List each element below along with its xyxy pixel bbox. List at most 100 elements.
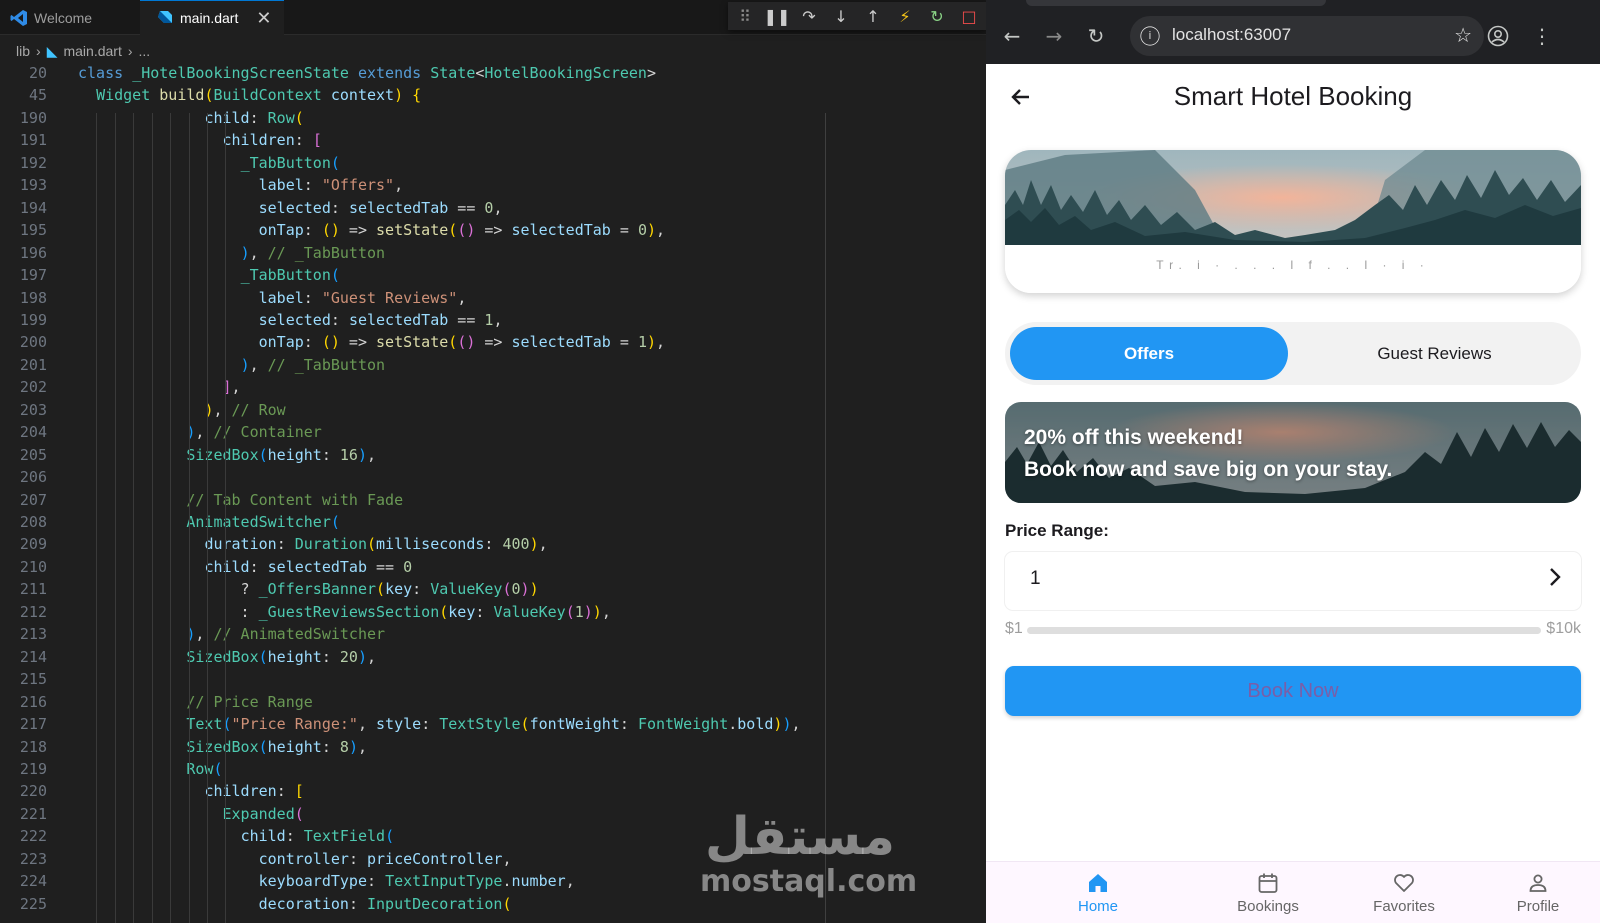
code-text[interactable]: Row(	[78, 758, 222, 780]
code-text[interactable]: // Price Range	[78, 691, 312, 713]
code-text[interactable]: ), // AnimatedSwitcher	[78, 623, 385, 645]
code-line[interactable]: 220 children: [	[0, 780, 986, 802]
site-info-icon[interactable]: i	[1140, 26, 1160, 46]
close-icon[interactable]: ✕	[256, 8, 271, 29]
code-text[interactable]: // Tab Content with Fade	[78, 489, 403, 511]
code-text[interactable]: ), // Row	[78, 399, 285, 421]
code-line[interactable]: 219 Row(	[0, 758, 986, 780]
code-text[interactable]: AnimatedSwitcher(	[78, 511, 340, 533]
code-text[interactable]: onTap: () => setState(() => selectedTab …	[78, 331, 665, 353]
code-text[interactable]: _TabButton(	[78, 152, 340, 174]
code-line[interactable]: 215	[0, 668, 986, 690]
breadcrumb-folder[interactable]: lib	[16, 43, 30, 59]
code-line[interactable]: 201 ), // _TabButton	[0, 354, 986, 376]
price-input-value[interactable]: 1	[1030, 568, 1041, 590]
step-into-icon[interactable]: ↓	[830, 5, 852, 27]
nav-home[interactable]: Home	[1038, 862, 1158, 923]
code-text[interactable]: Expanded(	[78, 803, 304, 825]
price-slider[interactable]: $1 $10k	[1005, 618, 1581, 642]
code-text[interactable]: ],	[78, 376, 241, 398]
code-line[interactable]: 216 // Price Range	[0, 691, 986, 713]
restart-icon[interactable]: ↻	[926, 5, 948, 27]
code-text[interactable]: controller: priceController,	[78, 848, 512, 870]
code-text[interactable]: SizedBox(height: 8),	[78, 736, 367, 758]
code-line[interactable]: 196 ), // _TabButton	[0, 242, 986, 264]
code-line[interactable]: 210 child: selectedTab == 0	[0, 556, 986, 578]
stop-icon[interactable]: □	[958, 5, 980, 27]
code-line[interactable]: 209 duration: Duration(milliseconds: 400…	[0, 533, 986, 555]
code-text[interactable]: label: "Offers",	[78, 174, 404, 196]
code-line[interactable]: 213 ), // AnimatedSwitcher	[0, 623, 986, 645]
code-text[interactable]: selected: selectedTab == 0,	[78, 197, 503, 219]
offers-banner[interactable]: 20% off this weekend! Book now and save …	[1005, 402, 1581, 503]
tab-offers[interactable]: Offers	[1010, 327, 1288, 380]
tab-main-dart[interactable]: main.dart ✕	[140, 0, 284, 35]
profile-icon[interactable]	[1484, 22, 1512, 50]
nav-bookings[interactable]: Bookings	[1208, 862, 1328, 923]
code-line[interactable]: 200 onTap: () => setState(() => selected…	[0, 331, 986, 353]
bookmark-star-icon[interactable]: ☆	[1454, 23, 1472, 47]
step-over-icon[interactable]: ↷	[798, 5, 820, 27]
step-out-icon[interactable]: ↑	[862, 5, 884, 27]
code-line[interactable]: 192 _TabButton(	[0, 152, 986, 174]
reload-icon[interactable]: ↻	[1082, 22, 1110, 50]
code-line[interactable]: 211 ? _OffersBanner(key: ValueKey(0))	[0, 578, 986, 600]
tab-guest-reviews[interactable]: Guest Reviews	[1293, 327, 1576, 380]
code-text[interactable]: _TabButton(	[78, 264, 340, 286]
code-line[interactable]: 190 child: Row(	[0, 107, 986, 129]
code-text[interactable]: child: TextField(	[78, 825, 395, 847]
code-line[interactable]: 217 Text("Price Range:", style: TextStyl…	[0, 713, 986, 735]
book-now-button[interactable]: Book Now	[1005, 666, 1581, 716]
code-text[interactable]: ), // _TabButton	[78, 354, 386, 376]
code-text[interactable]: child: Row(	[78, 107, 303, 129]
kebab-menu-icon[interactable]: ⋮	[1528, 22, 1556, 50]
code-line[interactable]: 208 AnimatedSwitcher(	[0, 511, 986, 533]
code-line[interactable]: 194 selected: selectedTab == 0,	[0, 197, 986, 219]
slider-track[interactable]	[1027, 627, 1541, 634]
code-text[interactable]: class _HotelBookingScreenState extends S…	[78, 62, 656, 84]
breadcrumb-file[interactable]: main.dart	[63, 43, 121, 59]
url-text[interactable]: localhost:63007	[1172, 25, 1291, 45]
code-text[interactable]: Widget build(BuildContext context) {	[78, 84, 421, 106]
code-text[interactable]: duration: Duration(milliseconds: 400),	[78, 533, 547, 555]
code-line[interactable]: 198 label: "Guest Reviews",	[0, 287, 986, 309]
code-line[interactable]: 212 : _GuestReviewsSection(key: ValueKey…	[0, 601, 986, 623]
code-text[interactable]: : _GuestReviewsSection(key: ValueKey(1))…	[78, 601, 611, 623]
code-line[interactable]: 202 ],	[0, 376, 986, 398]
code-text[interactable]: SizedBox(height: 16),	[78, 444, 376, 466]
code-area[interactable]: 20 class _HotelBookingScreenState extends…	[0, 62, 986, 923]
code-text[interactable]: label: "Guest Reviews",	[78, 287, 467, 309]
tab-welcome[interactable]: Welcome	[0, 0, 140, 35]
code-text[interactable]: Text("Price Range:", style: TextStyle(fo…	[78, 713, 800, 735]
price-input[interactable]: 1	[1005, 552, 1581, 610]
code-line[interactable]: 204 ), // Container	[0, 421, 986, 443]
code-line[interactable]: 205 SizedBox(height: 16),	[0, 444, 986, 466]
code-line[interactable]: 207 // Tab Content with Fade	[0, 489, 986, 511]
nav-profile[interactable]: Profile	[1478, 862, 1598, 923]
drag-handle-icon[interactable]: ⠿	[734, 5, 756, 27]
back-icon[interactable]: ←	[998, 22, 1026, 50]
code-line[interactable]: 197 _TabButton(	[0, 264, 986, 286]
code-line[interactable]: 195 onTap: () => setState(() => selected…	[0, 219, 986, 241]
address-bar[interactable]: i localhost:63007 ☆	[1130, 16, 1484, 56]
code-line[interactable]: 191 children: [	[0, 129, 986, 151]
code-text[interactable]: selected: selectedTab == 1,	[78, 309, 503, 331]
code-line[interactable]: 45 Widget build(BuildContext context) {	[0, 84, 986, 106]
nav-favorites[interactable]: Favorites	[1344, 862, 1464, 923]
chevron-right-icon[interactable]	[1545, 564, 1565, 597]
code-text[interactable]: children: [	[78, 780, 303, 802]
code-text[interactable]: onTap: () => setState(() => selectedTab …	[78, 219, 665, 241]
code-text[interactable]: SizedBox(height: 20),	[78, 646, 376, 668]
breadcrumb-symbol[interactable]: ...	[139, 43, 151, 59]
code-line[interactable]: 20 class _HotelBookingScreenState extends…	[0, 62, 986, 84]
code-line[interactable]: 193 label: "Offers",	[0, 174, 986, 196]
forward-icon[interactable]: →	[1040, 22, 1068, 50]
code-line[interactable]: 203 ), // Row	[0, 399, 986, 421]
code-line[interactable]: 199 selected: selectedTab == 1,	[0, 309, 986, 331]
code-line[interactable]: 218 SizedBox(height: 8),	[0, 736, 986, 758]
code-line[interactable]: 214 SizedBox(height: 20),	[0, 646, 986, 668]
code-text[interactable]: decoration: InputDecoration(	[78, 893, 512, 915]
hot-reload-icon[interactable]: ⚡	[894, 5, 916, 27]
code-text[interactable]: ? _OffersBanner(key: ValueKey(0))	[78, 578, 539, 600]
code-line[interactable]: 206	[0, 466, 986, 488]
